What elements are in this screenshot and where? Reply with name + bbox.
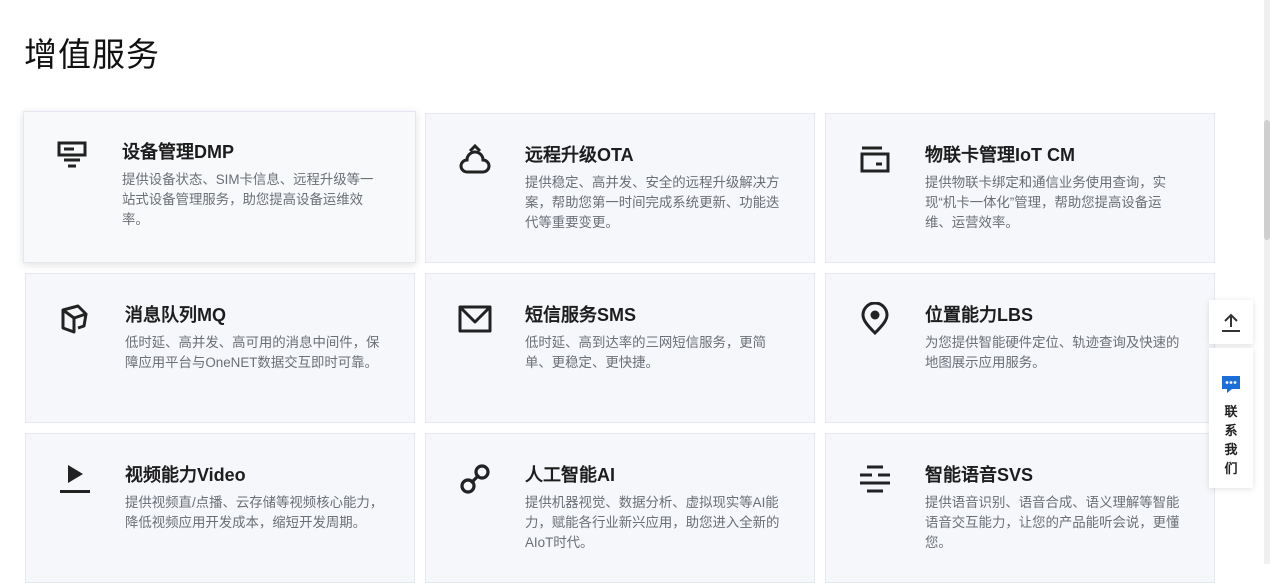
scrollbar-thumb[interactable] — [1264, 120, 1270, 240]
service-name: 智能语音SVS — [925, 465, 1034, 485]
service-name: 短信服务SMS — [525, 305, 637, 325]
service-card-dmp[interactable]: 设备管理DMP 提供设备状态、SIM卡信息、远程升级等一站式设备管理服务，助您提… — [23, 111, 416, 263]
contact-us-button[interactable]: 联系我们 — [1209, 348, 1253, 488]
service-card-lbs[interactable]: 位置能力LBS 为您提供智能硬件定位、轨迹查询及快速的地图展示应用服务。 — [825, 273, 1215, 423]
page-title: 增值服务 — [24, 36, 160, 73]
service-desc: 提供视频直/点播、云存储等视频核心能力，降低视频应用开发成本，缩短开发周期。 — [125, 495, 384, 530]
service-name: 物联卡管理IoT CM — [925, 145, 1075, 165]
service-card-svs[interactable]: 智能语音SVS 提供语音识别、语音合成、语义理解等智能语音交互能力，让您的产品能… — [825, 433, 1215, 583]
service-desc: 低时延、高到达率的三网短信服务，更简单、更稳定、更快捷。 — [525, 335, 767, 370]
cloud-upgrade-icon — [458, 142, 492, 176]
voice-lines-icon — [858, 462, 892, 496]
service-desc: 提供稳定、高并发、安全的远程升级解决方案，帮助您第一时间完成系统更新、功能迭代等… — [525, 175, 780, 230]
floating-toolbar: 联系我们 — [1209, 300, 1253, 488]
back-to-top-button[interactable] — [1209, 300, 1253, 344]
service-card-video[interactable]: 视频能力Video 提供视频直/点播、云存储等视频核心能力，降低视频应用开发成本… — [25, 433, 415, 583]
sim-card-icon — [858, 142, 892, 176]
service-card-sms[interactable]: 短信服务SMS 低时延、高到达率的三网短信服务，更简单、更稳定、更快捷。 — [425, 273, 815, 423]
location-pin-icon — [858, 302, 892, 336]
service-desc: 为您提供智能硬件定位、轨迹查询及快速的地图展示应用服务。 — [925, 335, 1180, 370]
service-card-iotcm[interactable]: 物联卡管理IoT CM 提供物联卡绑定和通信业务使用查询，实现“机卡一体化”管理… — [825, 113, 1215, 263]
envelope-icon — [458, 302, 492, 336]
service-card-ai[interactable]: 人工智能AI 提供机器视觉、数据分析、虚拟现实等AI能力，赋能各行业新兴应用，助… — [425, 433, 815, 583]
service-name: 视频能力Video — [125, 465, 246, 485]
service-grid: 设备管理DMP 提供设备状态、SIM卡信息、远程升级等一站式设备管理服务，助您提… — [23, 111, 1215, 583]
service-name: 人工智能AI — [525, 465, 615, 485]
message-queue-icon — [58, 302, 92, 336]
service-desc: 提供机器视觉、数据分析、虚拟现实等AI能力，赋能各行业新兴应用，助您进入全新的A… — [525, 495, 780, 550]
service-name: 远程升级OTA — [525, 145, 634, 165]
service-card-mq[interactable]: 消息队列MQ 低时延、高并发、高可用的消息中间件，保障应用平台与OneNET数据… — [25, 273, 415, 423]
contact-us-label: 联系我们 — [1224, 404, 1238, 476]
service-name: 位置能力LBS — [925, 305, 1033, 325]
chat-bubble-icon — [1222, 376, 1240, 393]
service-name: 设备管理DMP — [122, 142, 234, 162]
service-desc: 提供设备状态、SIM卡信息、远程升级等一站式设备管理服务，助您提高设备运维效率。 — [122, 172, 374, 227]
device-panel-icon — [56, 140, 90, 174]
service-card-ota[interactable]: 远程升级OTA 提供稳定、高并发、安全的远程升级解决方案，帮助您第一时间完成系统… — [425, 113, 815, 263]
service-desc: 提供语音识别、语音合成、语义理解等智能语音交互能力，让您的产品能听会说，更懂您。 — [925, 495, 1180, 550]
service-name: 消息队列MQ — [125, 305, 226, 325]
video-play-icon — [58, 462, 92, 496]
service-desc: 低时延、高并发、高可用的消息中间件，保障应用平台与OneNET数据交互即时可靠。 — [125, 335, 380, 370]
page-scrollbar[interactable] — [1264, 0, 1270, 564]
service-desc: 提供物联卡绑定和通信业务使用查询，实现“机卡一体化”管理，帮助您提高设备运维、运… — [925, 175, 1167, 230]
upload-arrow-icon — [1222, 313, 1240, 332]
ai-link-icon — [458, 462, 492, 496]
